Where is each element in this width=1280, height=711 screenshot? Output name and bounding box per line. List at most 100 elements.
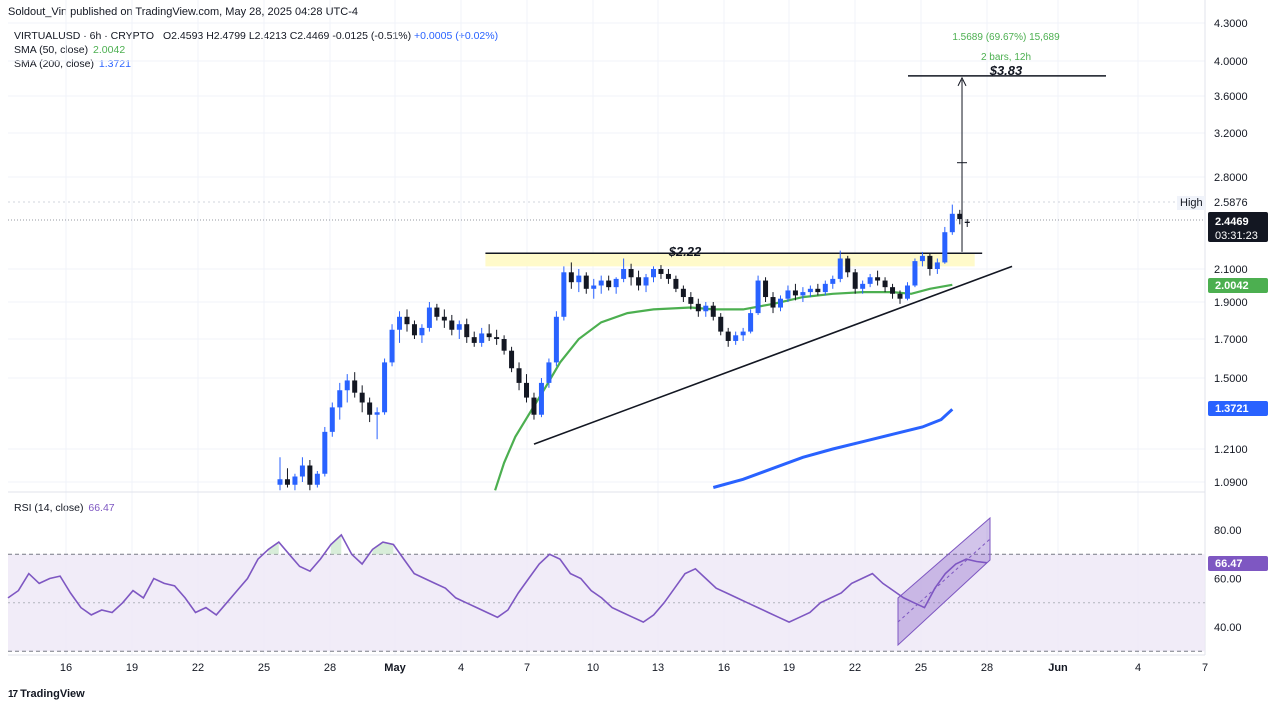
candle-body: [591, 285, 597, 289]
candle-body: [964, 221, 970, 223]
rsi-tick-label: 40.00: [1214, 622, 1242, 634]
candle-body: [524, 382, 530, 398]
candle-body: [897, 293, 903, 299]
rsi-tick-label: 60.00: [1214, 574, 1242, 586]
measure-line-2: 2 bars, 12h: [981, 52, 1031, 63]
candle-body: [658, 269, 664, 274]
candle-body: [494, 337, 500, 339]
candle-body: [426, 307, 432, 328]
price-axis: 4.3000 4.0000 3.6000 3.2000 2.8000 2.1000 1.90…: [1214, 18, 1248, 489]
candle-body: [703, 305, 709, 312]
candle-body: [934, 262, 940, 269]
tradingview-logo[interactable]: 17 TradingView: [8, 688, 85, 700]
candle-body: [284, 479, 290, 485]
candle-body: [710, 305, 716, 317]
candle-body: [822, 283, 828, 293]
time-tick-label: 25: [258, 662, 270, 674]
rsi-tick-label: 80.00: [1214, 525, 1242, 537]
candle-body: [419, 327, 425, 336]
high-value: 2.5876: [1214, 197, 1248, 209]
candle-body: [449, 320, 455, 330]
target-label: $3.83: [989, 63, 1023, 78]
candle-body: [867, 277, 873, 284]
high-label-text: High: [1180, 197, 1203, 209]
candle-body: [329, 407, 335, 432]
candle-body: [882, 280, 888, 288]
candle-body: [531, 397, 537, 415]
price-tick-label: 2.1000: [1214, 264, 1248, 276]
candle-body: [516, 368, 522, 383]
candle-body: [359, 392, 365, 403]
candle-body: [665, 273, 671, 279]
candle-body: [904, 285, 910, 299]
rsi-layer: [7, 516, 1205, 652]
candle-body: [860, 283, 866, 289]
resistance-zone: [485, 253, 975, 267]
candle-body: [673, 278, 679, 289]
candle-body: [486, 333, 492, 338]
price-tick-label: 1.7000: [1214, 334, 1248, 346]
candle-body: [770, 297, 776, 308]
price-tick-label: 4.0000: [1214, 56, 1248, 68]
candle-body: [636, 277, 642, 286]
resistance-label: $2.22: [668, 244, 702, 259]
countdown: 03:31:23: [1215, 230, 1258, 242]
time-tick-label: May: [384, 662, 406, 674]
candle-body: [800, 292, 806, 296]
price-tick-label: 1.9000: [1214, 297, 1248, 309]
candle-body: [651, 269, 656, 278]
candle-body: [471, 337, 477, 343]
resistance-zone-layer: [485, 252, 983, 267]
candle-body: [344, 380, 350, 391]
candle-body: [748, 313, 754, 332]
time-tick-label: 13: [652, 662, 664, 674]
candle-body: [837, 258, 843, 279]
candle-body: [456, 324, 462, 330]
candle-body: [621, 269, 627, 279]
candle-body: [606, 280, 612, 288]
candle-body: [785, 290, 791, 299]
sma50-tag-value: 2.0042: [1215, 280, 1249, 292]
candle-body: [755, 280, 761, 314]
rsi-axis: 80.00 60.00 40.00: [1214, 525, 1242, 634]
candle-body: [479, 333, 485, 343]
candle-body: [875, 277, 881, 281]
candle-body: [680, 288, 686, 298]
candle-body: [568, 272, 574, 283]
candle-body: [367, 402, 373, 415]
time-tick-label: 10: [587, 662, 599, 674]
rsi-tag-value: 66.47: [1215, 558, 1243, 570]
candle-body: [845, 258, 851, 273]
candle-body: [553, 316, 559, 363]
time-tick-label: 16: [60, 662, 72, 674]
candle-body: [949, 213, 955, 233]
candle-body: [740, 331, 746, 336]
candle-body: [411, 324, 417, 336]
tradingview-brand: TradingView: [20, 688, 85, 700]
candle-body: [538, 382, 544, 415]
candle-body: [890, 287, 896, 294]
price-tick-label: 4.3000: [1214, 18, 1248, 30]
chart-canvas[interactable]: 4.3000 4.0000 3.6000 3.2000 2.8000 2.1000 1.90…: [0, 0, 1280, 711]
time-tick-label: Jun: [1048, 662, 1068, 674]
candle-body: [322, 431, 328, 474]
sma200-tag-value: 1.3721: [1215, 403, 1249, 415]
tradingview-logo-icon: 17: [8, 689, 18, 700]
time-tick-label: 4: [458, 662, 464, 674]
candle-body: [912, 261, 918, 286]
time-tick-label: 7: [1202, 662, 1208, 674]
measure-line-1: 1.5689 (69.67%) 15,689: [952, 32, 1060, 43]
candle-body: [695, 303, 701, 312]
candle-body: [807, 288, 813, 293]
candle-body: [546, 362, 552, 383]
candle-body: [277, 479, 283, 485]
candle-body: [830, 278, 836, 284]
candle-body: [927, 255, 933, 269]
candle-body: [374, 412, 380, 415]
time-tick-label: 28: [324, 662, 336, 674]
candle-body: [337, 390, 343, 408]
candles-layer: [277, 204, 970, 491]
price-tick-label: 3.2000: [1214, 128, 1248, 140]
price-tick-label: 1.0900: [1214, 477, 1248, 489]
candle-body: [763, 280, 769, 298]
